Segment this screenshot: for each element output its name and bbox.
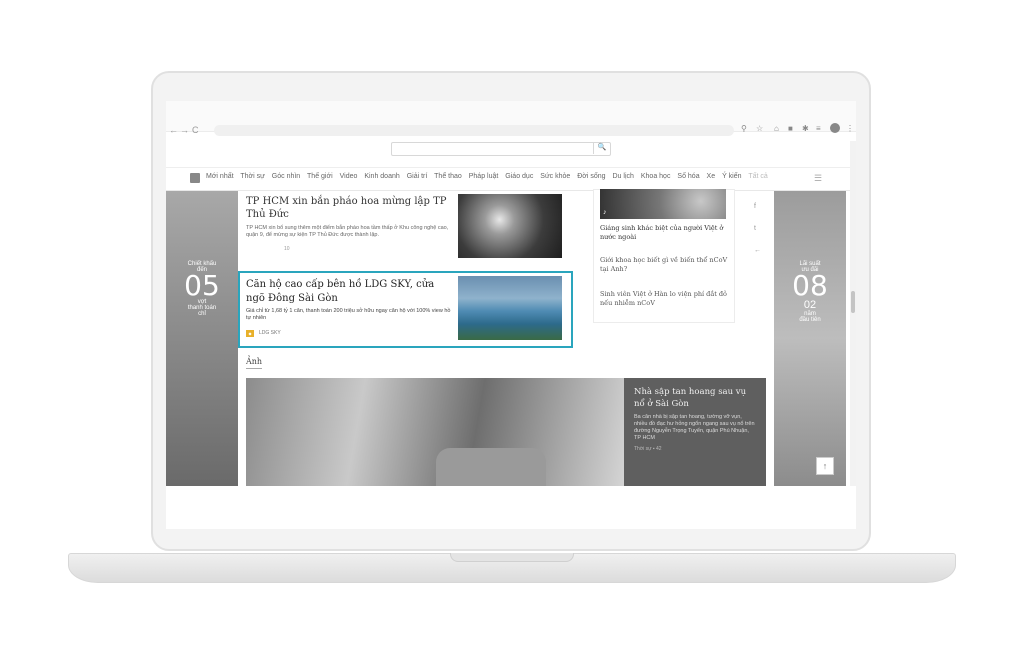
caption-title[interactable]: Nhà sập tan hoang sau vụ nổ ở Sài Gòn bbox=[634, 386, 756, 410]
banner-text: chỉ bbox=[198, 311, 206, 317]
menu-burger-icon[interactable]: ☰ bbox=[814, 173, 822, 184]
ad-brand[interactable]: LDG SKY bbox=[259, 330, 281, 336]
search-icon[interactable]: ⚲ bbox=[741, 124, 747, 133]
pin-icon[interactable]: ✱ bbox=[802, 124, 809, 133]
site-search-input[interactable] bbox=[391, 142, 611, 156]
section-label[interactable]: Ảnh bbox=[246, 357, 263, 369]
menu-item[interactable]: Xe bbox=[707, 173, 716, 180]
menu-item[interactable]: Ý kiến bbox=[722, 173, 741, 180]
forward-button[interactable]: → bbox=[180, 125, 189, 135]
caption-meta[interactable]: Thời sự bbox=[634, 446, 651, 452]
menu-item[interactable]: Thể thao bbox=[434, 173, 462, 180]
menu-item[interactable]: Kinh doanh bbox=[364, 173, 399, 180]
related-link[interactable]: Giáng sinh khác biệt của người Việt ở nư… bbox=[600, 224, 728, 242]
article-desc: TP HCM xin bổ sung thêm một điểm bắn phá… bbox=[246, 225, 449, 238]
site-search-button[interactable]: 🔍 bbox=[593, 142, 610, 154]
article-thumbnail[interactable] bbox=[458, 194, 562, 258]
ad-thumbnail[interactable] bbox=[458, 276, 562, 340]
article-title[interactable]: TP HCM xin bắn pháo hoa mừng lập TP Thủ … bbox=[246, 195, 451, 221]
banner-text: đầu tiên bbox=[799, 317, 821, 323]
banner-number: 08 bbox=[792, 269, 828, 302]
back-button[interactable]: ← bbox=[169, 125, 178, 135]
menu-item[interactable]: Video bbox=[340, 173, 358, 180]
ad-title[interactable]: Căn hộ cao cấp bên hồ LDG SKY, cửa ngõ Đ… bbox=[246, 278, 451, 306]
photo-image[interactable] bbox=[246, 378, 626, 486]
menu-item[interactable]: Khoa học bbox=[641, 173, 671, 180]
laptop-base-notch bbox=[450, 553, 574, 562]
menu-item[interactable]: Giáo dục bbox=[505, 173, 533, 180]
banner-number: 05 bbox=[184, 269, 220, 302]
laptop-screen: ← → C ⚲ ☆ ⌂ ■ ✱ ≡ ⋮ 🔍 Mới nhất Thời sự G… bbox=[166, 101, 856, 529]
comment-count[interactable]: 10 bbox=[284, 246, 290, 252]
playlist-icon[interactable]: ≡ bbox=[816, 124, 821, 133]
menu-item[interactable]: Sức khỏe bbox=[540, 173, 570, 180]
menu-item[interactable]: Du lịch bbox=[613, 173, 634, 180]
scroll-to-top-button[interactable]: ↑ bbox=[816, 457, 834, 475]
extension-icon[interactable]: ⌂ bbox=[774, 124, 779, 133]
scrollbar-thumb[interactable] bbox=[851, 291, 855, 313]
menu-item[interactable]: Thời sự bbox=[240, 173, 264, 180]
more-icon[interactable]: ⋮ bbox=[846, 124, 854, 133]
menu-item[interactable]: Đời sống bbox=[577, 173, 605, 180]
avatar[interactable] bbox=[830, 123, 840, 133]
related-link[interactable]: Giới khoa học biết gì về biến thể nCoV t… bbox=[600, 256, 728, 274]
comment-icon: ▪ bbox=[652, 446, 655, 452]
photo-car-shape bbox=[436, 448, 546, 486]
home-icon[interactable] bbox=[190, 173, 200, 183]
address-bar[interactable] bbox=[214, 125, 734, 136]
ad-desc: Giá chỉ từ 1,68 tỷ 1 căn, thanh toán 200… bbox=[246, 308, 451, 321]
caption-desc: Ba căn nhà bị sập tan hoang, tường vỡ vụ… bbox=[634, 414, 755, 441]
menu-items: Mới nhất Thời sự Góc nhìn Thế giới Video… bbox=[206, 173, 773, 180]
related-thumbnail[interactable] bbox=[600, 189, 726, 219]
menu-item[interactable]: Mới nhất bbox=[206, 173, 234, 180]
star-icon[interactable]: ☆ bbox=[756, 124, 763, 133]
menu-item[interactable]: Tất cả bbox=[748, 173, 767, 180]
back-icon[interactable]: ← bbox=[754, 247, 761, 254]
menu-item[interactable]: Thế giới bbox=[307, 173, 333, 180]
banner-text: 02 bbox=[803, 299, 817, 311]
right-banner-ad[interactable]: Lãi suất ưu đãi 08 02 năm đầu tiên bbox=[774, 191, 846, 486]
reload-button[interactable]: C bbox=[192, 125, 199, 135]
menu-item[interactable]: Pháp luật bbox=[469, 173, 499, 180]
left-banner-ad[interactable]: Chiết khấu đến 05 vợt thanh toán chỉ bbox=[166, 191, 238, 486]
brand-logo-icon: ◆ bbox=[246, 330, 254, 337]
headphones-icon: ♪ bbox=[603, 209, 607, 216]
facebook-icon[interactable]: f bbox=[754, 203, 756, 210]
twitter-icon[interactable]: t bbox=[754, 225, 756, 232]
puzzle-icon[interactable]: ■ bbox=[788, 124, 793, 133]
menu-item[interactable]: Giải trí bbox=[407, 173, 428, 180]
menu-item[interactable]: Góc nhìn bbox=[272, 173, 300, 180]
caption-count[interactable]: 42 bbox=[656, 446, 662, 452]
scrollbar[interactable] bbox=[850, 141, 856, 486]
related-link[interactable]: Sinh viên Việt ở Hàn lo viện phí đắt đỏ … bbox=[600, 290, 728, 308]
menu-item[interactable]: Số hóa bbox=[677, 173, 699, 180]
photo-caption[interactable]: Nhà sập tan hoang sau vụ nổ ở Sài Gòn Ba… bbox=[624, 378, 766, 486]
